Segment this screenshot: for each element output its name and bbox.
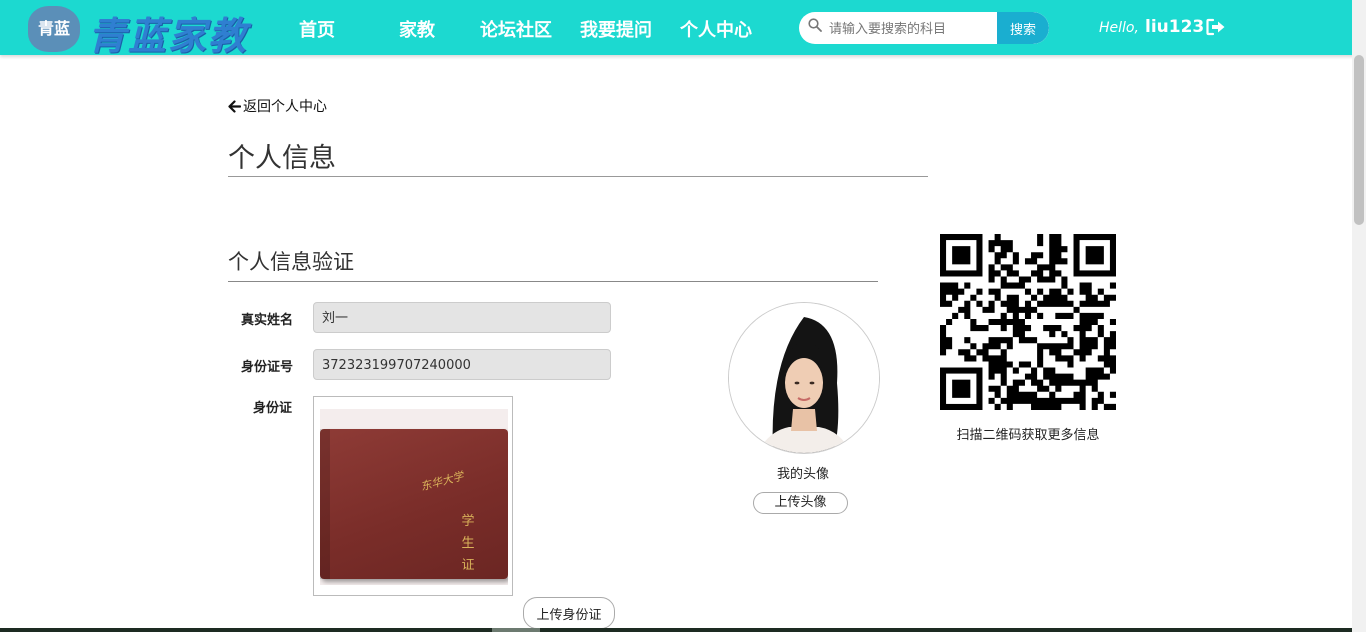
id-number-label: 身份证号 (241, 360, 294, 375)
back-to-personal-center-link[interactable]: 返回个人中心 (228, 96, 327, 116)
page-title: 个人信息 (228, 143, 336, 174)
student-card-cover: 东华大学 学生证 (320, 429, 508, 579)
real-name-label: 真实姓名 (241, 313, 294, 328)
avatar-caption: 我的头像 (776, 467, 829, 482)
avatar (728, 302, 880, 454)
back-link-label: 返回个人中心 (243, 99, 327, 115)
card-cover-text: 东华大学 (419, 469, 466, 494)
logo-seal: 青蓝 (28, 6, 80, 52)
taskbar-edge (0, 628, 1352, 632)
id-number-field[interactable]: 372323199707240000 (313, 349, 611, 380)
page-scrollbar[interactable] (1352, 0, 1366, 632)
nav-forum[interactable]: 论坛社区 (480, 16, 552, 42)
nav-tutoring[interactable]: 家教 (399, 16, 435, 42)
search-bar: 搜索 (799, 12, 1049, 44)
nav-personal-center[interactable]: 个人中心 (680, 16, 752, 42)
avatar-portrait-icon (729, 303, 879, 453)
section-title: 个人信息验证 (228, 250, 354, 274)
card-title-text: 学生证 (461, 514, 475, 573)
upload-avatar-button[interactable]: 上传头像 (753, 492, 848, 514)
id-card-label: 身份证 (253, 401, 293, 416)
logo-text: 青蓝家教 (88, 13, 249, 58)
scrollbar-thumb[interactable] (1354, 55, 1364, 225)
nav-ask-question[interactable]: 我要提问 (580, 16, 652, 42)
section-divider (228, 281, 878, 282)
site-logo[interactable]: 青蓝 青蓝家教 (28, 4, 253, 58)
arrow-left-icon (228, 99, 241, 113)
qr-caption: 扫描二维码获取更多信息 (956, 428, 1100, 443)
search-input[interactable] (827, 12, 999, 44)
real-name-field[interactable]: 刘一 (313, 302, 611, 333)
search-button[interactable]: 搜索 (997, 12, 1049, 44)
nav-home[interactable]: 首页 (299, 16, 335, 42)
qr-code (940, 234, 1116, 410)
username[interactable]: liu123 (1145, 17, 1204, 37)
title-divider (228, 176, 928, 177)
id-card-image: 东华大学 学生证 (320, 409, 508, 585)
greeting-text: Hello, (1099, 20, 1139, 36)
top-navbar: 青蓝 青蓝家教 首页 家教 论坛社区 我要提问 个人中心 搜索 Hello, l… (0, 0, 1366, 58)
logout-icon[interactable] (1206, 18, 1226, 36)
search-icon (808, 18, 822, 32)
id-card-photo: 东华大学 学生证 (313, 396, 513, 596)
upload-id-card-button[interactable]: 上传身份证 (523, 597, 615, 629)
